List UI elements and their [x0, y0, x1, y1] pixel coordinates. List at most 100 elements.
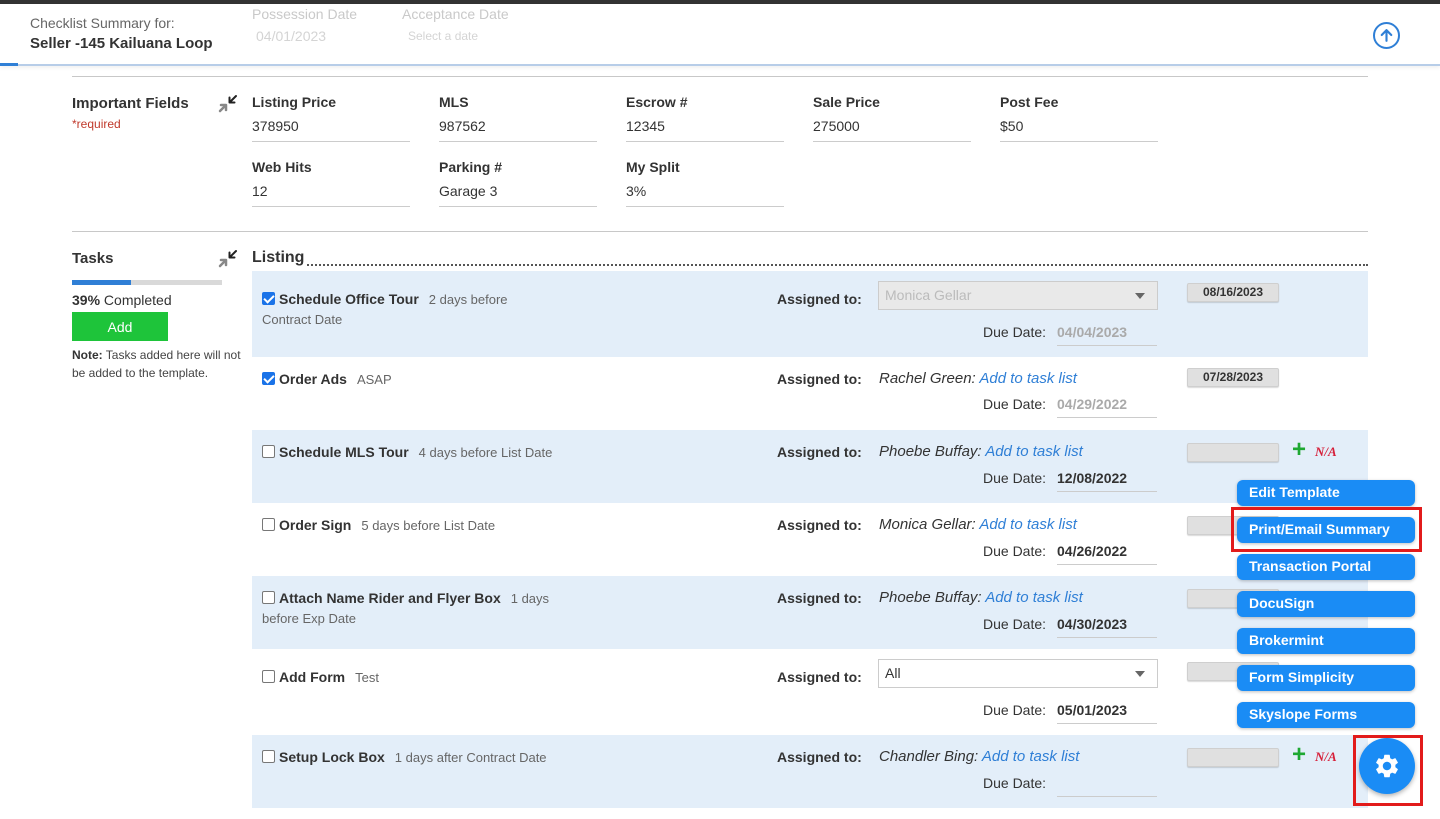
menu-skyslope-forms[interactable]: Skyslope Forms: [1237, 702, 1415, 728]
divider-top: [72, 76, 1368, 77]
task-name: Order Sign: [279, 517, 352, 533]
arrow-up-icon: [1380, 29, 1393, 42]
chevron-down-icon: [1135, 293, 1145, 299]
field-input-sale-price[interactable]: 275000: [813, 118, 971, 142]
assigned-label: Assigned to:: [777, 291, 862, 307]
field-input-web-hits[interactable]: 12: [252, 183, 410, 207]
task-checkbox[interactable]: [262, 750, 275, 763]
field-label-mls: MLS: [439, 94, 469, 110]
header-accent: [0, 63, 18, 66]
assignee-select-value: All: [885, 665, 901, 681]
plus-icon[interactable]: +: [1292, 743, 1306, 767]
field-label-web-hits: Web Hits: [252, 159, 312, 175]
add-to-task-list-link[interactable]: Add to task list: [985, 589, 1083, 606]
collapse-fields-icon[interactable]: [216, 93, 238, 115]
task-timing: ASAP: [356, 372, 392, 387]
na-button[interactable]: N/A: [1315, 749, 1337, 765]
task-checkbox[interactable]: [262, 518, 275, 531]
ghost-label-acceptance: Acceptance Date: [402, 6, 509, 22]
due-date-field[interactable]: 05/01/2023: [1057, 702, 1157, 724]
na-button[interactable]: N/A: [1315, 444, 1337, 460]
add-to-task-list-link[interactable]: Add to task list: [979, 516, 1077, 533]
menu-docusign[interactable]: DocuSign: [1237, 591, 1415, 617]
important-fields-title: Important Fields: [72, 95, 189, 112]
assignee-text: Phoebe Buffay:: [879, 443, 982, 460]
due-date-field[interactable]: [1057, 775, 1157, 797]
task-checkbox[interactable]: [262, 445, 275, 458]
due-date-field[interactable]: 04/04/2023: [1057, 324, 1157, 346]
task-timing: 1 days after Contract Date: [394, 750, 547, 765]
field-input-mls[interactable]: 987562: [439, 118, 597, 142]
field-label-sale-price: Sale Price: [813, 94, 880, 110]
task-timing: Test: [355, 670, 379, 685]
task-main: Order Sign 5 days before List Date: [262, 515, 582, 536]
field-input-parking[interactable]: Garage 3: [439, 183, 597, 207]
task-timing-continued: Contract Date: [262, 312, 343, 327]
add-to-task-list-link[interactable]: Add to task list: [985, 443, 1083, 460]
task-main: Setup Lock Box 1 days after Contract Date: [262, 747, 582, 768]
tasks-note-label: Note:: [72, 348, 103, 362]
task-name: Schedule Office Tour: [279, 291, 419, 307]
completed-date-input[interactable]: [1187, 443, 1279, 462]
field-input-listing-price[interactable]: 378950: [252, 118, 410, 142]
menu-brokermint[interactable]: Brokermint: [1237, 628, 1415, 654]
assignee-name: Phoebe Buffay: Add to task list: [879, 443, 1083, 460]
field-label-parking: Parking #: [439, 159, 503, 175]
task-row: Attach Name Rider and Flyer Box 1 days be…: [252, 576, 1368, 649]
task-timing: 5 days before List Date: [361, 518, 496, 533]
assignee-select: Monica Gellar: [878, 281, 1158, 310]
menu-edit-template[interactable]: Edit Template: [1237, 480, 1415, 506]
task-row: Schedule MLS Tour 4 days before List Date…: [252, 430, 1368, 503]
listing-group-heading: Listing: [252, 249, 1368, 266]
task-checkbox[interactable]: [262, 292, 275, 305]
tasks-progress-fill: [72, 280, 131, 285]
due-date-field[interactable]: 04/26/2022: [1057, 543, 1157, 565]
due-date-label: Due Date:: [983, 396, 1047, 412]
add-to-task-list-link[interactable]: Add to task list: [979, 370, 1077, 387]
assigned-label: Assigned to:: [777, 371, 862, 387]
completed-date-input[interactable]: [1187, 748, 1279, 767]
assignee-text: Chandler Bing:: [879, 748, 979, 765]
due-date-label: Due Date:: [983, 616, 1047, 632]
task-main: Schedule Office Tour 2 days before Contra…: [262, 289, 582, 330]
task-row: Schedule Office Tour 2 days before Contra…: [252, 271, 1368, 357]
assignee-text: Monica Gellar:: [879, 516, 976, 533]
task-checkbox[interactable]: [262, 372, 275, 385]
assigned-label: Assigned to:: [777, 590, 862, 606]
task-name: Order Ads: [279, 371, 347, 387]
field-input-my-split[interactable]: 3%: [626, 183, 784, 207]
assignee-text: Phoebe Buffay:: [879, 589, 982, 606]
due-date-field[interactable]: 12/08/2022: [1057, 470, 1157, 492]
assigned-label: Assigned to:: [777, 749, 862, 765]
field-input-escrow[interactable]: 12345: [626, 118, 784, 142]
menu-form-simplicity[interactable]: Form Simplicity: [1237, 665, 1415, 691]
add-task-button[interactable]: Add: [72, 312, 168, 341]
due-date-label: Due Date:: [983, 702, 1047, 718]
ghost-label-possession: Possession Date: [252, 6, 358, 22]
tasks-title: Tasks: [72, 250, 114, 267]
due-date-field[interactable]: 04/29/2022: [1057, 396, 1157, 418]
due-date-label: Due Date:: [983, 775, 1047, 791]
menu-transaction-portal[interactable]: Transaction Portal: [1237, 554, 1415, 580]
plus-icon[interactable]: +: [1292, 438, 1306, 462]
assigned-label: Assigned to:: [777, 444, 862, 460]
field-input-post-fee[interactable]: $50: [1000, 118, 1158, 142]
collapse-tasks-icon[interactable]: [216, 248, 238, 270]
field-label-post-fee: Post Fee: [1000, 94, 1059, 110]
add-to-task-list-link[interactable]: Add to task list: [982, 748, 1080, 765]
ghost-value-acceptance: Select a date: [408, 29, 479, 43]
task-main: Order Ads ASAP: [262, 369, 582, 390]
tasks-percent: 39%: [72, 292, 101, 308]
task-name: Attach Name Rider and Flyer Box: [279, 590, 501, 606]
task-checkbox[interactable]: [262, 591, 275, 604]
tasks-progress-bar: [72, 280, 222, 285]
task-row: Order Sign 5 days before List Date Assign…: [252, 503, 1368, 576]
due-date-field[interactable]: 04/30/2023: [1057, 616, 1157, 638]
assignee-select[interactable]: All: [878, 659, 1158, 688]
tasks-note: Note: Tasks added here will not be added…: [72, 346, 242, 382]
task-checkbox[interactable]: [262, 670, 275, 683]
task-name: Schedule MLS Tour: [279, 444, 409, 460]
required-note: *required: [72, 117, 121, 131]
scroll-top-button[interactable]: [1373, 22, 1400, 49]
due-date-label: Due Date:: [983, 543, 1047, 559]
